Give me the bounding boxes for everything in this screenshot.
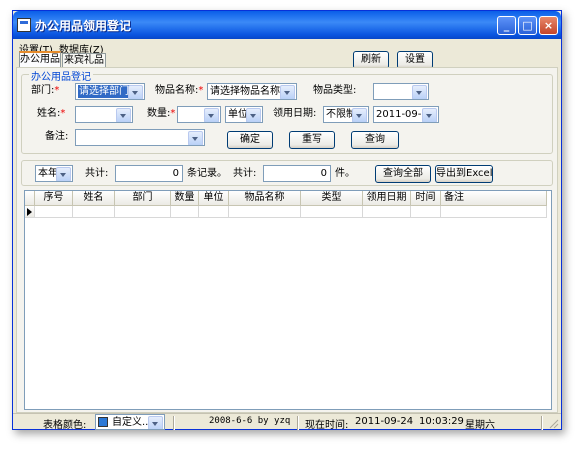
tab-guest-gifts[interactable]: 来宾礼品 — [62, 53, 106, 68]
registration-group-title: 办公用品登记 — [29, 68, 93, 83]
window-title: 办公用品领用登记 — [35, 19, 132, 33]
row-pointer-icon — [27, 208, 32, 216]
row-selector[interactable] — [25, 206, 35, 218]
table-cell[interactable] — [441, 206, 547, 218]
grid-color-select[interactable]: 自定义... — [95, 414, 165, 430]
color-swatch — [98, 417, 108, 427]
unit-select[interactable]: 单位 — [225, 106, 263, 123]
unit-select-value: 单位 — [228, 109, 248, 120]
item-name-select-value: 请选择物品名称... — [210, 86, 290, 97]
name-select[interactable] — [75, 106, 133, 123]
column-header[interactable]: 姓名 — [73, 191, 115, 206]
current-weekday: 星期六 — [465, 420, 495, 431]
column-header[interactable]: 领用日期 — [363, 191, 411, 206]
chevron-down-icon — [128, 85, 143, 99]
table-cell[interactable] — [199, 206, 229, 218]
period-select[interactable]: 本年 — [35, 165, 73, 182]
record-count-field[interactable]: 0 — [115, 165, 183, 182]
dept-select[interactable]: 请选择部门 — [75, 83, 145, 100]
column-header[interactable]: 序号 — [35, 191, 73, 206]
record-unit-label: 条记录。 — [187, 168, 227, 179]
reset-button[interactable]: 重写 — [289, 131, 335, 149]
table-cell[interactable] — [229, 206, 301, 218]
chevron-down-icon — [148, 416, 163, 429]
item-name-label: 物品名称:* — [155, 85, 204, 96]
minimize-button[interactable]: _ — [497, 16, 516, 35]
status-divider — [541, 416, 543, 430]
current-date: 2011-09-24 — [355, 416, 414, 427]
tab-office-supplies[interactable]: 办公用品 — [19, 51, 61, 67]
item-type-label: 物品类型: — [313, 85, 357, 96]
chevron-down-icon — [280, 85, 295, 99]
status-divider — [173, 416, 175, 430]
table-cell[interactable] — [171, 206, 199, 218]
dept-label: 部门:* — [31, 85, 60, 96]
table-cell[interactable] — [301, 206, 363, 218]
tab-panel: 办公用品登记 部门:* 请选择部门 物品名称:* 请选择物品名称... 物品类型… — [16, 67, 558, 413]
chevron-down-icon — [204, 108, 219, 122]
record-total-label: 共计: — [85, 168, 109, 179]
table-cell[interactable] — [411, 206, 441, 218]
table-cell[interactable] — [73, 206, 115, 218]
period-select-value: 本年 — [38, 168, 58, 179]
date-limit-select[interactable]: 不限制 — [323, 106, 369, 123]
app-icon — [17, 18, 31, 32]
version-text: 2008-6-6 by yzq — [209, 416, 291, 426]
query-all-button[interactable]: 查询全部 — [375, 165, 431, 183]
remark-select[interactable] — [75, 129, 205, 146]
status-divider — [297, 416, 299, 430]
item-type-select[interactable] — [373, 83, 429, 100]
row-header-corner — [25, 191, 35, 206]
column-header[interactable]: 物品名称 — [229, 191, 301, 206]
query-button[interactable]: 查询 — [351, 131, 399, 149]
title-bar[interactable]: 办公用品领用登记 _ □ × — [13, 11, 561, 39]
dept-select-value: 请选择部门 — [78, 85, 130, 98]
item-unit-label: 件。 — [335, 168, 355, 179]
current-time: 10:03:29 — [419, 416, 464, 427]
confirm-button[interactable]: 确定 — [227, 131, 273, 149]
chevron-down-icon — [246, 108, 261, 122]
name-label: 姓名:* — [37, 108, 66, 119]
table-cell[interactable] — [363, 206, 411, 218]
table-cell[interactable] — [35, 206, 73, 218]
column-header[interactable]: 部门 — [115, 191, 171, 206]
app-window: 办公用品领用登记 _ □ × 设置(T) 数据库(Z) 办公用品 来宾礼品 刷新… — [12, 10, 562, 431]
maximize-button[interactable]: □ — [518, 16, 537, 35]
close-button[interactable]: × — [539, 16, 558, 35]
item-name-select[interactable]: 请选择物品名称... — [207, 83, 297, 100]
chevron-down-icon — [352, 108, 367, 122]
records-table[interactable]: 序号 姓名 部门 数量 单位 物品名称 类型 领用日期 时间 备注 — [24, 190, 552, 410]
grid-color-value: 自定义... — [112, 417, 152, 428]
chevron-down-icon — [422, 108, 437, 122]
resize-grip-icon[interactable] — [547, 417, 559, 429]
qty-label: 数量:* — [147, 108, 176, 119]
remark-label: 备注: — [45, 131, 69, 142]
column-header[interactable]: 数量 — [171, 191, 199, 206]
date-label: 领用日期: — [273, 108, 317, 119]
status-bar: 表格颜色: 自定义... 2008-6-6 by yzq 现在时间: 2011-… — [13, 413, 561, 431]
chevron-down-icon — [116, 108, 131, 122]
column-header[interactable]: 时间 — [411, 191, 441, 206]
date-picker[interactable]: 2011-09-24 — [373, 106, 439, 123]
column-header[interactable]: 类型 — [301, 191, 363, 206]
current-time-label: 现在时间: — [305, 420, 349, 431]
chevron-down-icon — [56, 167, 71, 181]
item-total-label: 共计: — [233, 168, 257, 179]
qty-select[interactable] — [177, 106, 221, 123]
chevron-down-icon — [188, 131, 203, 145]
column-header[interactable]: 单位 — [199, 191, 229, 206]
table-cell[interactable] — [115, 206, 171, 218]
item-count-field[interactable]: 0 — [263, 165, 331, 182]
column-header[interactable]: 备注 — [441, 191, 547, 206]
chevron-down-icon — [412, 85, 427, 99]
export-excel-button[interactable]: 导出到Excel — [435, 165, 493, 183]
grid-color-label: 表格颜色: — [43, 420, 87, 431]
